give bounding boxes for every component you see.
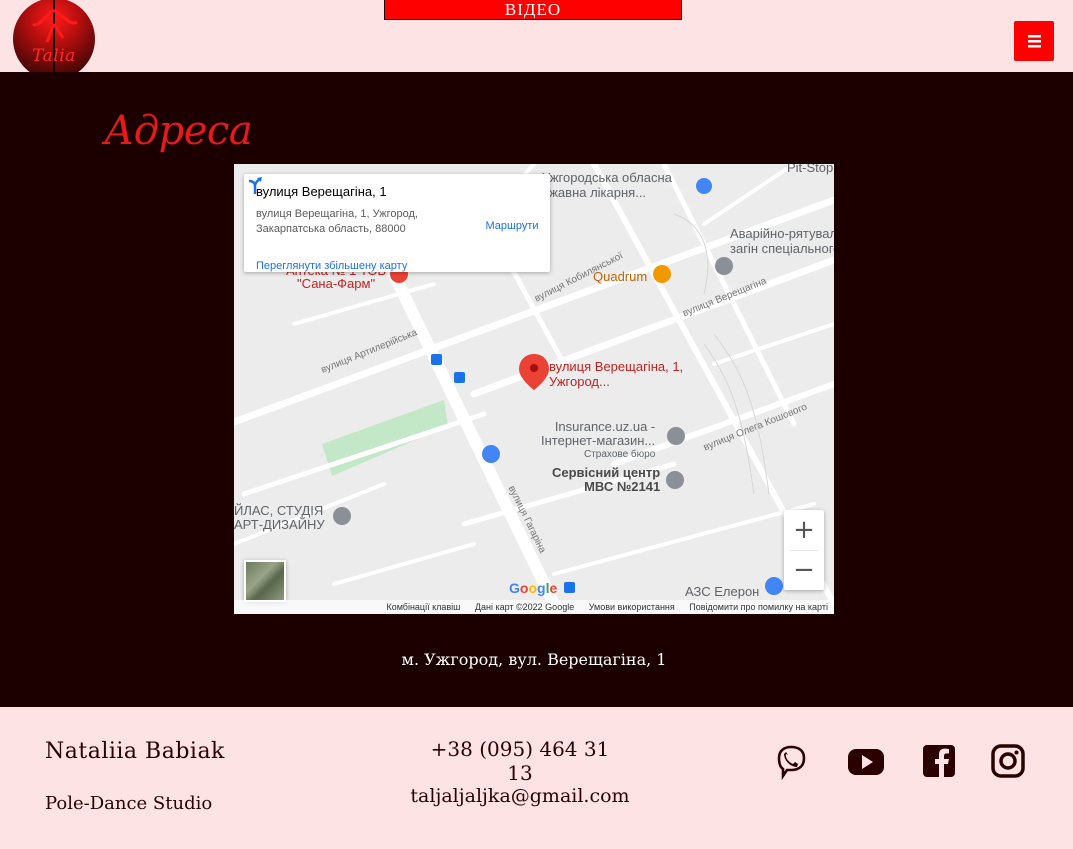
owner-name: Nataliia Babiak xyxy=(45,739,225,764)
map-attribution: Комбінації клавіш Дані карт ©2022 Google… xyxy=(234,600,834,614)
zoom-in-button[interactable]: + xyxy=(784,510,824,550)
google-map[interactable]: Ужгородська обласна ржавна лікарня... Pit… xyxy=(234,164,834,614)
address-section: Адреса Ужгородська обласна ржавна лікарн… xyxy=(0,72,1073,707)
hamburger-icon xyxy=(1028,35,1041,48)
keyboard-shortcuts-link[interactable]: Комбінації клавіш xyxy=(386,602,460,612)
pole-dancer-icon xyxy=(32,0,78,80)
map-label-pitstop[interactable]: Pit-Stop xyxy=(787,164,833,175)
map-label-studio[interactable]: ЙЛАС, СТУДІЯ АРТ-ДИЗАЙНУ xyxy=(234,504,325,532)
map-label-hospital[interactable]: Ужгородська обласна ржавна лікарня... xyxy=(542,170,672,200)
map-label-insurance[interactable]: Insurance.uz.ua - Інтернет-магазин... Стр… xyxy=(541,420,655,462)
address-text: м. Ужгород, вул. Верещагіна, 1 xyxy=(401,650,667,669)
menu-button[interactable] xyxy=(1014,21,1054,61)
instagram-icon[interactable] xyxy=(991,744,1025,778)
info-card-title: вулиця Верещагіна, 1 xyxy=(256,184,387,199)
section-title: Адреса xyxy=(104,108,253,154)
terms-link[interactable]: Умови використання xyxy=(589,602,675,612)
enlarged-map-link[interactable]: Переглянути збільшену карту xyxy=(256,260,407,272)
map-data-text: Дані карт ©2022 Google xyxy=(474,602,575,612)
map-label-azs[interactable]: АЗС Елерон xyxy=(685,584,759,599)
google-logo: Google xyxy=(509,580,558,596)
map-info-card: вулиця Верещагіна, 1 вулиця Верещагіна, … xyxy=(244,174,550,272)
zoom-out-button[interactable]: − xyxy=(784,550,824,590)
map-label-mvs[interactable]: Сервісний центр МВС №2141 xyxy=(552,466,660,494)
satellite-layer-toggle[interactable] xyxy=(244,560,286,602)
phone-number[interactable]: +38 (095) 464 31 13 xyxy=(420,737,620,785)
video-button[interactable]: ВІДЕО xyxy=(384,0,682,20)
directions-icon[interactable] xyxy=(244,174,266,196)
logo[interactable]: Talia xyxy=(13,0,95,80)
logo-text: Talia xyxy=(32,46,76,66)
info-card-address: вулиця Верещагіна, 1, Ужгород, Закарпатсь… xyxy=(256,208,418,235)
map-label-rescue[interactable]: Аварійно-рятувальнзагін спеціального... xyxy=(730,226,834,256)
facebook-icon[interactable] xyxy=(922,744,956,778)
footer: Nataliia Babiak Pole-Dance Studio +38 (0… xyxy=(0,707,1073,849)
viber-icon[interactable] xyxy=(773,744,809,780)
report-error-link[interactable]: Повідомити про помилку на карті xyxy=(689,602,828,612)
directions-link[interactable]: Маршрути xyxy=(472,220,552,232)
youtube-icon[interactable] xyxy=(847,744,885,780)
top-header: Talia ВІДЕО xyxy=(0,0,1073,80)
zoom-control: + − xyxy=(784,510,824,590)
studio-name: Pole-Dance Studio xyxy=(45,793,213,814)
email-address[interactable]: taljaljaljka@gmail.com xyxy=(400,785,640,807)
map-label-pin[interactable]: вулиця Верещагіна, 1, Ужгород... xyxy=(549,359,683,389)
